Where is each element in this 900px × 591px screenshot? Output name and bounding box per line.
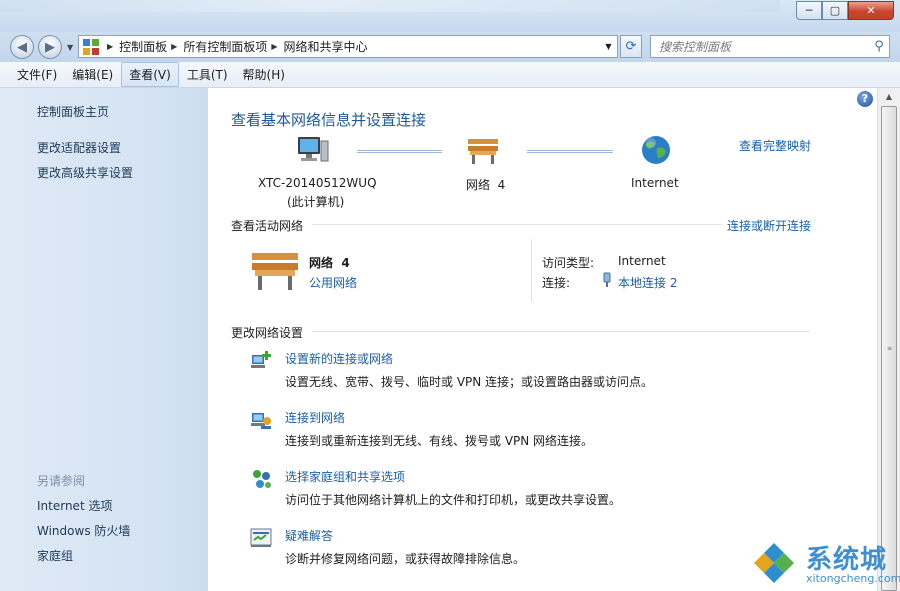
section-divider <box>312 331 810 332</box>
maximize-button[interactable]: ▢ <box>822 1 848 20</box>
network-type-link[interactable]: 公用网络 <box>309 274 357 291</box>
task-connect-network-desc: 连接到或重新连接到无线、有线、拨号或 VPN 网络连接。 <box>285 434 594 448</box>
back-button[interactable]: ◀ <box>10 35 34 59</box>
task-new-connection[interactable]: 设置新的连接或网络 <box>285 350 393 367</box>
connect-network-icon[interactable] <box>249 408 273 432</box>
menu-tools[interactable]: 工具(T) <box>180 63 235 86</box>
forward-button[interactable]: ▶ <box>38 35 62 59</box>
breadcrumb-separator-icon[interactable]: ▶ <box>107 42 113 51</box>
sidebar-item-home[interactable]: 控制面板主页 <box>37 103 109 120</box>
close-button[interactable]: ✕ <box>848 1 894 20</box>
scroll-up-icon[interactable]: ▲ <box>880 88 898 106</box>
scroll-grip-icon: ≡ <box>887 345 893 352</box>
scroll-thumb[interactable]: ≡ <box>881 106 897 591</box>
breadcrumb-all-items[interactable]: 所有控制面板项 <box>183 38 267 55</box>
control-panel-icon <box>83 38 99 55</box>
globe-icon[interactable] <box>640 134 672 166</box>
change-settings-header: 更改网络设置 <box>231 326 304 340</box>
task-homegroup[interactable]: 选择家庭组和共享选项 <box>285 468 405 485</box>
task-new-connection-desc: 设置无线、宽带、拨号、临时或 VPN 连接；或设置路由器或访问点。 <box>285 375 654 389</box>
connection-line <box>357 150 442 153</box>
help-icon[interactable]: ? <box>857 91 873 107</box>
task-troubleshoot[interactable]: 疑难解答 <box>285 527 333 544</box>
breadcrumb-separator-icon[interactable]: ▶ <box>171 42 177 51</box>
title-bar: ─ ▢ ✕ <box>0 0 900 32</box>
internet-label: Internet <box>631 176 679 190</box>
sidebar-item-sharing[interactable]: 更改高级共享设置 <box>37 164 133 181</box>
breadcrumb: ▶ 控制面板 ▶ 所有控制面板项 ▶ 网络和共享中心 <box>103 36 368 57</box>
bench-icon[interactable] <box>466 135 500 165</box>
address-bar[interactable]: ▶ 控制面板 ▶ 所有控制面板项 ▶ 网络和共享中心 ▼ <box>78 35 618 58</box>
search-icon[interactable]: ⚲ <box>869 39 889 54</box>
breadcrumb-control-panel[interactable]: 控制面板 <box>119 38 167 55</box>
breadcrumb-separator-icon[interactable]: ▶ <box>271 42 277 51</box>
sidebar-item-adapter[interactable]: 更改适配器设置 <box>37 139 121 156</box>
access-type-value: Internet <box>618 254 666 268</box>
menu-view[interactable]: 查看(V) <box>121 62 179 87</box>
search-input[interactable]: 搜索控制面板 <box>651 38 869 55</box>
computer-icon[interactable] <box>295 135 331 167</box>
menu-help[interactable]: 帮助(H) <box>236 63 292 86</box>
troubleshoot-icon[interactable] <box>249 526 273 550</box>
network-label: 网络 4 <box>466 178 506 192</box>
local-connection-link[interactable]: 本地连接 2 <box>618 274 677 291</box>
history-dropdown-icon[interactable]: ▼ <box>67 43 73 52</box>
address-dropdown-icon[interactable]: ▼ <box>599 36 617 57</box>
active-network-name: 网络 4 <box>309 256 350 270</box>
menu-edit[interactable]: 编辑(E) <box>65 63 120 86</box>
window-controls: ─ ▢ ✕ <box>796 1 894 20</box>
homegroup-icon[interactable] <box>249 467 273 491</box>
vertical-scrollbar[interactable]: ▲ ≡ <box>877 88 900 591</box>
ethernet-icon <box>603 272 611 287</box>
active-network-header: 查看活动网络 <box>231 219 304 233</box>
section-divider <box>312 224 722 225</box>
task-homegroup-desc: 访问位于其他网络计算机上的文件和打印机，或更改共享设置。 <box>285 493 622 507</box>
breadcrumb-network-center[interactable]: 网络和共享中心 <box>284 38 368 55</box>
sidebar-item-firewall[interactable]: Windows 防火墙 <box>37 522 130 539</box>
computer-name: XTC-20140512WUQ <box>258 176 377 190</box>
full-map-link[interactable]: 查看完整映射 <box>739 137 811 154</box>
watermark-text: 系统城 <box>806 545 888 575</box>
vertical-divider <box>531 239 532 302</box>
sidebar-item-homegroup[interactable]: 家庭组 <box>37 547 73 564</box>
watermark-logo-icon <box>750 539 798 587</box>
sidebar: 控制面板主页 更改适配器设置 更改高级共享设置 另请参阅 Internet 选项… <box>0 88 208 591</box>
access-type-label: 访问类型: <box>542 256 595 270</box>
connection-label: 连接: <box>542 276 571 290</box>
page-title: 查看基本网络信息并设置连接 <box>231 111 427 129</box>
menu-bar: 文件(F) 编辑(E) 查看(V) 工具(T) 帮助(H) <box>0 62 900 88</box>
minimize-button[interactable]: ─ <box>796 1 822 20</box>
sidebar-item-internet-options[interactable]: Internet 选项 <box>37 497 112 514</box>
connection-line <box>527 150 613 153</box>
refresh-button[interactable]: ⟳ <box>620 35 642 58</box>
bench-icon <box>252 253 298 290</box>
task-connect-network[interactable]: 连接到网络 <box>285 409 345 426</box>
task-troubleshoot-desc: 诊断并修复网络问题，或获得故障排除信息。 <box>285 552 526 566</box>
connect-disconnect-link[interactable]: 连接或断开连接 <box>727 217 811 234</box>
watermark: 系统城 xitongcheng.com <box>748 535 900 591</box>
search-box[interactable]: 搜索控制面板 ⚲ <box>650 35 890 58</box>
watermark-url: xitongcheng.com <box>806 572 900 585</box>
navigation-bar: ◀ ▶ ▼ ▶ 控制面板 ▶ 所有控制面板项 ▶ 网络和共享中心 ▼ ⟳ 搜索控… <box>0 32 900 62</box>
menu-file[interactable]: 文件(F) <box>10 63 64 86</box>
new-connection-icon[interactable] <box>249 348 273 372</box>
computer-subtitle: (此计算机) <box>287 195 345 209</box>
see-also-header: 另请参阅 <box>37 474 86 488</box>
title-bar-blur <box>0 0 780 12</box>
